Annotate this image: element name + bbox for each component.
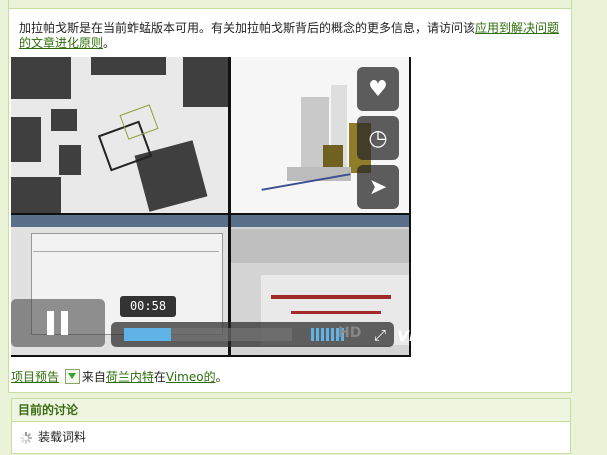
fullscreen-icon[interactable]: ⤢ bbox=[374, 326, 386, 344]
loading-spinner-icon bbox=[20, 431, 32, 444]
project-preview-link[interactable]: 项目预告 bbox=[11, 370, 59, 384]
video-byline: 项目预告 来自荷兰内特在Vimeo的。 bbox=[11, 369, 228, 385]
discussion-loading: 装载词料 bbox=[20, 428, 86, 446]
video-frame-top-left bbox=[11, 57, 228, 213]
discussion-header: 目前的讨论 bbox=[12, 399, 570, 422]
video-player[interactable]: ♥ ◷ ➤ 00:58 HD ⤢ vimeo bbox=[11, 57, 411, 357]
hd-label[interactable]: HD bbox=[338, 325, 361, 341]
byline-tail: 。 bbox=[215, 370, 228, 384]
intro-text: 加拉帕戈斯是在当前蚱蜢版本可用。有关加拉帕戈斯背后的概念的更多信息，请访问该 bbox=[19, 21, 476, 35]
byline-text-from: 来自 bbox=[81, 370, 106, 384]
send-icon: ➤ bbox=[368, 174, 388, 200]
progress-area: HD ⤢ vimeo bbox=[111, 322, 411, 347]
video-controls: 00:58 HD ⤢ vimeo bbox=[11, 296, 411, 349]
watch-later-button[interactable]: ◷ bbox=[357, 116, 399, 160]
time-indicator: 00:58 bbox=[120, 296, 176, 317]
seek-bar[interactable] bbox=[124, 328, 292, 341]
share-button[interactable]: ➤ bbox=[357, 165, 399, 209]
top-strip bbox=[9, 0, 571, 9]
clock-icon: ◷ bbox=[368, 125, 388, 151]
loading-text: 装载词料 bbox=[38, 430, 87, 444]
heart-icon: ♥ bbox=[368, 76, 388, 102]
seek-bar-fill bbox=[124, 328, 172, 341]
vimeo-logo[interactable]: vimeo bbox=[397, 324, 411, 346]
intro-tail: 。 bbox=[103, 36, 116, 50]
byline-text-on: 在 bbox=[153, 370, 166, 384]
pause-button[interactable] bbox=[11, 299, 105, 347]
author-link[interactable]: 荷兰内特 bbox=[106, 370, 154, 384]
vimeo-link[interactable]: Vimeo的 bbox=[166, 370, 216, 384]
download-icon[interactable] bbox=[64, 369, 80, 384]
intro-paragraph: 加拉帕戈斯是在当前蚱蜢版本可用。有关加拉帕戈斯背后的概念的更多信息，请访问该应用… bbox=[19, 21, 564, 51]
like-button[interactable]: ♥ bbox=[357, 67, 399, 111]
discussion-box: 目前的讨论 装载词料 bbox=[11, 398, 571, 454]
